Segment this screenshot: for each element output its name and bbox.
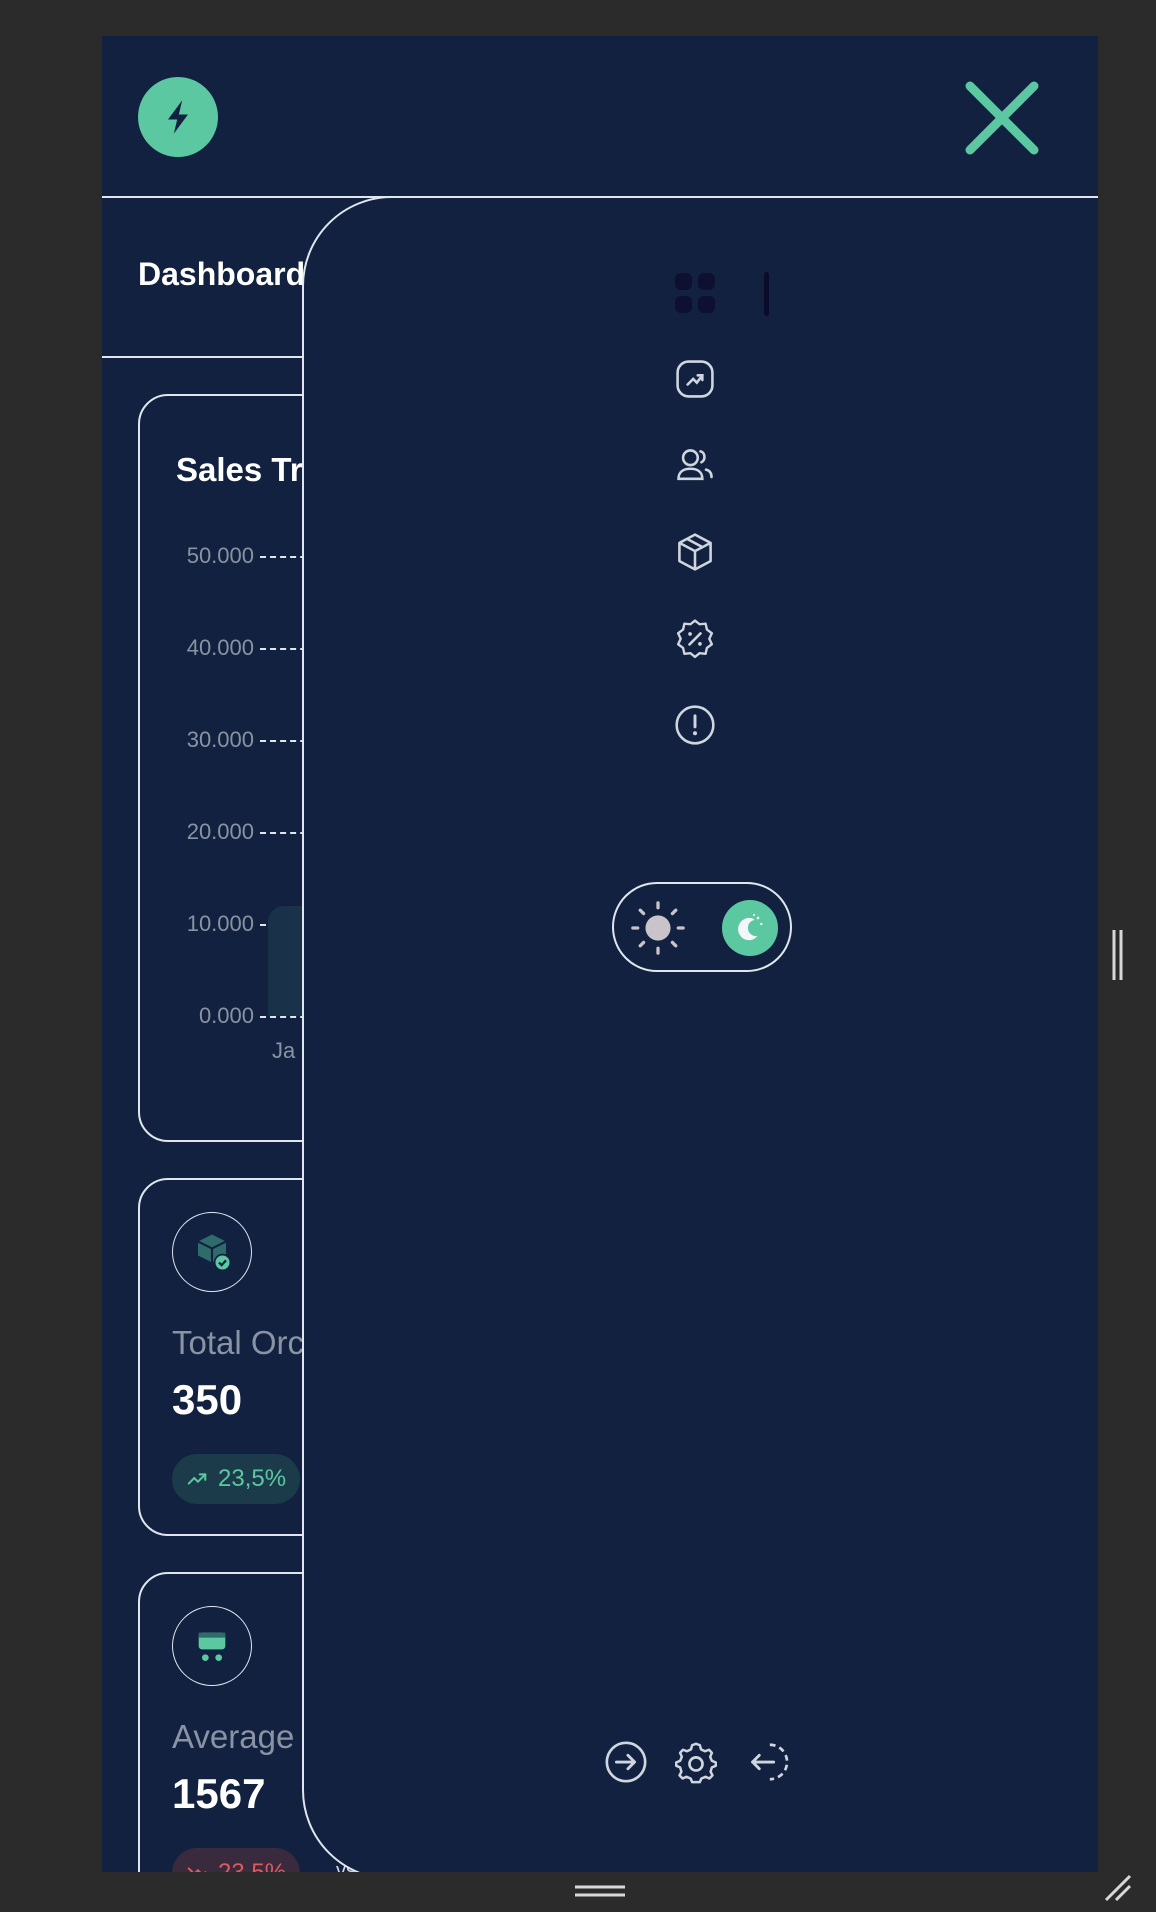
sales-trend-title: Sales Tre (176, 451, 321, 488)
change-value: 23,5% (218, 1859, 286, 1872)
login-button[interactable] (602, 1738, 650, 1786)
box-icon (678, 533, 712, 571)
orders-icon-circle (172, 1212, 252, 1292)
navigation-drawer (302, 196, 1098, 1872)
settings-icon (675, 1742, 717, 1784)
nav-item-products[interactable] (672, 529, 718, 575)
moon-icon (738, 913, 763, 941)
logout-button[interactable] (742, 1738, 790, 1786)
app-window: Dashboard Sales Tre 50.000 40.000 30.000 20… (102, 36, 1098, 1872)
average-icon-circle (172, 1606, 252, 1686)
window-side-resize-handle[interactable] (1111, 928, 1123, 982)
theme-toggle[interactable] (612, 882, 792, 972)
light-mode-option[interactable] (628, 898, 688, 958)
change-value: 23,5% (218, 1465, 287, 1492)
lightning-icon (168, 100, 188, 134)
logo[interactable] (138, 77, 218, 157)
trend-up-icon (187, 1473, 207, 1485)
close-icon (965, 81, 1039, 155)
y-tick-label: 50.000 (186, 543, 254, 568)
login-icon (605, 1741, 647, 1783)
nav-item-analytics[interactable] (672, 356, 718, 402)
dark-mode-option[interactable] (722, 900, 778, 956)
settings-button[interactable] (672, 1738, 720, 1786)
page-title: Dashboard (138, 256, 306, 292)
nav-item-discounts[interactable] (672, 615, 718, 661)
active-indicator (764, 272, 769, 316)
window-corner-resize-grip[interactable] (1102, 1872, 1132, 1902)
stat-value: 350 (172, 1376, 243, 1423)
trend-down-icon (187, 1867, 207, 1872)
x-tick-label: Ja (272, 1038, 296, 1063)
change-badge: 23,5% (172, 1848, 301, 1872)
stat-label: Average (172, 1718, 295, 1755)
users-icon (677, 449, 713, 481)
discount-badge-icon (676, 619, 714, 659)
window-bottom-resize-handle[interactable] (573, 1884, 627, 1898)
y-tick-label: 40.000 (186, 635, 254, 660)
package-check-icon (197, 1234, 232, 1272)
y-tick-label: 30.000 (186, 727, 254, 752)
stat-value: 1567 (172, 1770, 266, 1817)
nav-item-dashboard[interactable] (672, 270, 718, 316)
cart-icon (198, 1632, 226, 1661)
sun-icon (631, 901, 685, 955)
nav-item-alerts[interactable] (672, 702, 718, 748)
y-tick-label: 0.000 (198, 1003, 254, 1028)
close-button[interactable] (962, 78, 1042, 158)
stat-label: Total Orc (172, 1324, 305, 1361)
top-bar (102, 36, 1098, 198)
alert-circle-icon (675, 705, 715, 745)
y-tick-label: 10.000 (186, 911, 254, 936)
y-tick-label: 20.000 (186, 819, 254, 844)
nav-item-customers[interactable] (672, 443, 718, 489)
chart-trend-icon (676, 360, 714, 398)
grid-icon (675, 273, 715, 313)
change-badge: 23,5% (172, 1454, 301, 1504)
logout-icon (751, 1743, 789, 1781)
